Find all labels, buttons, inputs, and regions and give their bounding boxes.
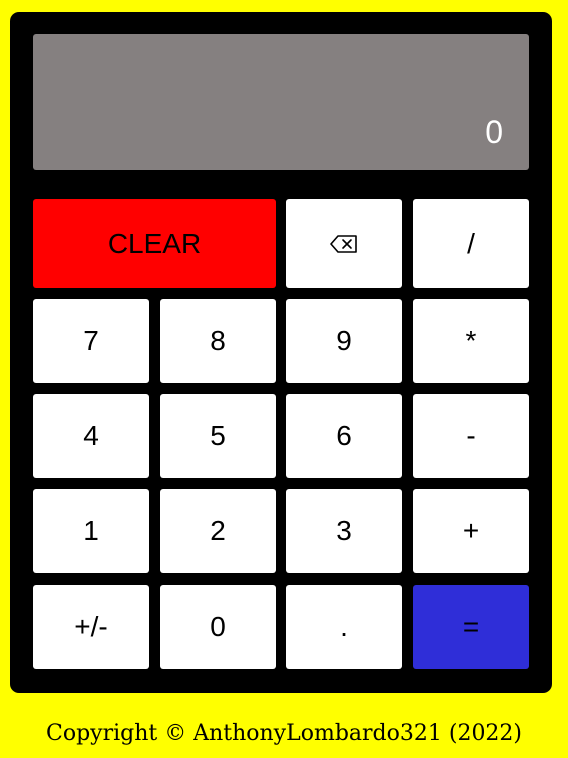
seven-button[interactable]: 7 (33, 299, 149, 383)
negate-button[interactable]: +/- (33, 585, 149, 669)
decimal-button[interactable]: . (286, 585, 402, 669)
display-value: 0 (485, 114, 503, 150)
four-button[interactable]: 4 (33, 394, 149, 478)
one-button[interactable]: 1 (33, 489, 149, 573)
backspace-button[interactable] (286, 199, 402, 288)
multiply-button[interactable]: * (413, 299, 529, 383)
divide-button[interactable]: / (413, 199, 529, 288)
nine-button[interactable]: 9 (286, 299, 402, 383)
six-button[interactable]: 6 (286, 394, 402, 478)
eight-button[interactable]: 8 (160, 299, 276, 383)
add-button[interactable]: + (413, 489, 529, 573)
equals-button[interactable]: = (413, 585, 529, 669)
calculator: 0 CLEAR / 7 8 9 * 4 5 6 - 1 2 3 + +/- 0 … (10, 12, 552, 693)
display: 0 (33, 34, 529, 170)
three-button[interactable]: 3 (286, 489, 402, 573)
clear-button[interactable]: CLEAR (33, 199, 276, 288)
five-button[interactable]: 5 (160, 394, 276, 478)
copyright-footer: Copyright © AnthonyLombardo321 (2022) (45, 721, 523, 746)
subtract-button[interactable]: - (413, 394, 529, 478)
zero-button[interactable]: 0 (160, 585, 276, 669)
backspace-icon (330, 234, 358, 253)
two-button[interactable]: 2 (160, 489, 276, 573)
